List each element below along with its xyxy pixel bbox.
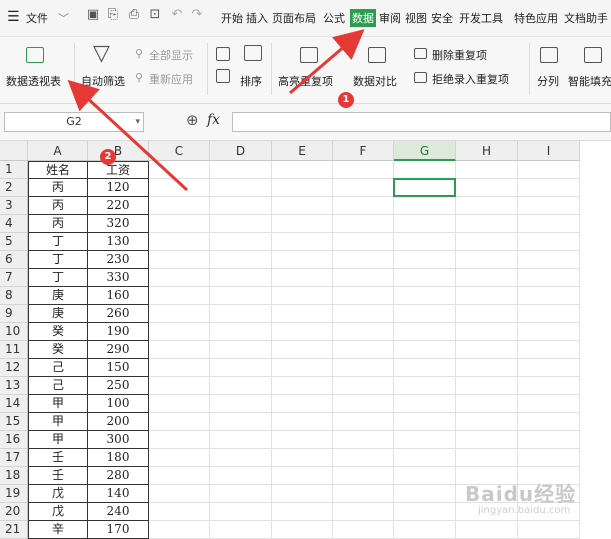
step-badge-2: 2 — [100, 149, 116, 165]
baidu-watermark-logo: Baidu经验 — [465, 482, 577, 506]
annotation-layer — [67, 29, 365, 192]
arrow-to-pivot-table — [67, 79, 189, 192]
step-badge-1: 1 — [338, 92, 354, 108]
arrow-to-data-tab — [289, 29, 365, 95]
baidu-watermark-url: jingyan.baidu.com — [478, 505, 571, 516]
